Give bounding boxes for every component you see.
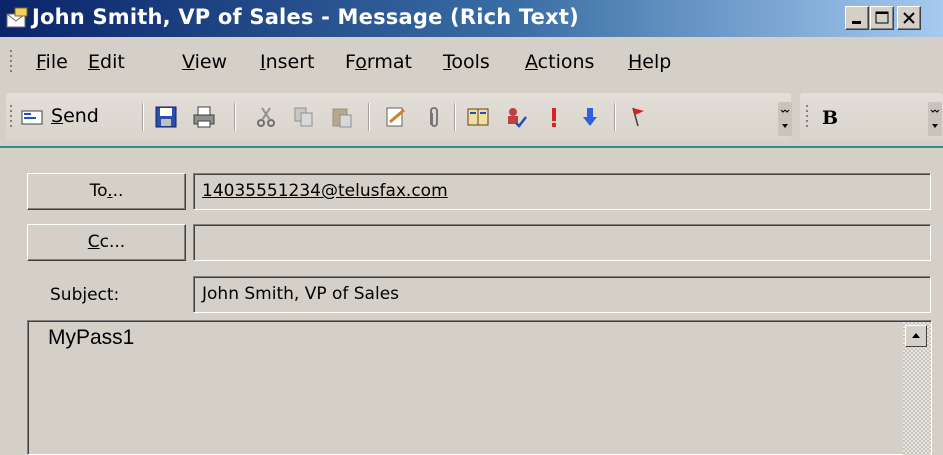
title-bar[interactable]: John Smith, VP of Sales - Message (Rich … <box>0 0 943 37</box>
menu-view[interactable]: View <box>182 51 227 73</box>
bold-button[interactable]: B <box>822 107 838 129</box>
menu-file[interactable]: File <box>36 51 68 73</box>
toolbar-grip-icon[interactable] <box>806 105 809 129</box>
menu-bar: File Edit View Insert Format Tools Actio… <box>0 42 943 82</box>
arrow-up-icon <box>912 333 920 338</box>
standard-toolbar: Send <box>6 93 791 141</box>
print-icon[interactable] <box>192 105 216 129</box>
scroll-up-button[interactable] <box>905 325 927 347</box>
close-button[interactable] <box>897 6 921 30</box>
check-names-icon[interactable] <box>504 105 528 129</box>
flag-icon[interactable] <box>626 105 650 129</box>
maximize-button[interactable] <box>870 6 894 30</box>
menu-help[interactable]: Help <box>628 51 671 73</box>
send-button[interactable]: Send <box>51 105 99 127</box>
insert-file-icon[interactable] <box>384 105 408 129</box>
save-icon[interactable] <box>154 105 178 129</box>
cut-icon[interactable] <box>254 105 278 129</box>
send-icon[interactable] <box>20 105 44 129</box>
importance-high-icon[interactable] <box>542 105 566 129</box>
menu-format[interactable]: Format <box>345 51 412 73</box>
maximize-icon <box>875 11 889 24</box>
cc-button[interactable]: Cc... <box>27 224 186 261</box>
envelope-message-icon <box>6 7 28 28</box>
menu-edit[interactable]: Edit <box>88 51 125 73</box>
importance-low-icon[interactable] <box>578 105 602 129</box>
menu-grip-icon[interactable] <box>10 50 13 74</box>
toolbar-separator <box>454 103 456 131</box>
toolbar-options-chevron[interactable] <box>778 102 792 136</box>
toolbar-separator <box>142 103 144 131</box>
menu-insert[interactable]: Insert <box>260 51 315 73</box>
to-field[interactable]: 14035551234@telusfax.com <box>193 173 931 210</box>
subject-field[interactable]: John Smith, VP of Sales <box>193 276 931 313</box>
menu-actions[interactable]: Actions <box>525 51 594 73</box>
window-title: John Smith, VP of Sales - Message (Rich … <box>32 5 579 29</box>
formatting-options-chevron[interactable] <box>928 102 942 136</box>
subject-label: Subject: <box>50 285 120 305</box>
toolbar-divider <box>0 146 943 148</box>
message-body-text[interactable]: MyPass1 <box>48 326 134 350</box>
toolbar-separator <box>614 103 616 131</box>
message-body[interactable] <box>27 320 932 455</box>
toolbar-grip-icon[interactable] <box>10 105 13 129</box>
paste-icon[interactable] <box>330 105 354 129</box>
chevron-down-icon <box>930 109 940 128</box>
minimize-icon <box>852 21 861 24</box>
to-button[interactable]: To... <box>27 173 186 210</box>
menu-tools[interactable]: Tools <box>443 51 490 73</box>
attachment-icon[interactable] <box>422 105 446 129</box>
address-book-icon[interactable] <box>466 105 490 129</box>
cc-field[interactable] <box>193 224 931 261</box>
close-icon <box>903 12 915 24</box>
chevron-down-icon <box>780 109 790 128</box>
copy-icon[interactable] <box>292 105 316 129</box>
toolbar-separator <box>234 103 236 131</box>
toolbar-separator <box>368 103 370 131</box>
minimize-button[interactable] <box>845 6 869 30</box>
